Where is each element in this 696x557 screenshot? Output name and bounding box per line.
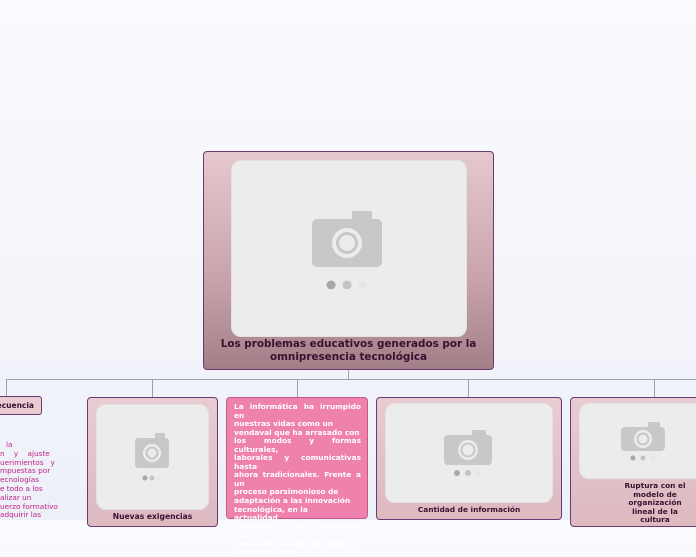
central-topic-title: Los problemas educativos generados por l… <box>220 338 477 363</box>
ruptura-image-placeholder <box>579 403 696 479</box>
cantidad-image-placeholder <box>385 403 553 503</box>
branch-ruptura-node[interactable]: Ruptura con el modelo de organización li… <box>570 397 696 527</box>
ruptura-label: Ruptura con el modelo de organización li… <box>624 481 686 525</box>
central-topic-node[interactable]: Los problemas educativos generados por l… <box>203 151 494 370</box>
cantidad-informacion-label: Cantidad de información <box>417 505 521 514</box>
camera-placeholder-icon <box>444 430 492 476</box>
informatica-description-text: La informática ha irrumpido en nuestras … <box>234 402 361 557</box>
camera-placeholder-icon <box>134 433 169 481</box>
branch-nuevas-exigencias-node[interactable]: Nuevas exigencias <box>87 397 218 527</box>
nuevas-image-placeholder <box>96 404 209 510</box>
branch-consecuencia-label[interactable]: ecuencia <box>0 396 42 415</box>
branch-cantidad-informacion-node[interactable]: Cantidad de información <box>376 397 562 520</box>
central-image-placeholder <box>231 160 467 337</box>
camera-placeholder-icon <box>621 422 665 461</box>
camera-placeholder-icon <box>312 210 382 289</box>
consecuencia-note-text: la n y ajuste uerimientos y mpuestas por… <box>0 440 58 520</box>
branch-informatica-node[interactable]: La informática ha irrumpido en nuestras … <box>226 397 368 556</box>
